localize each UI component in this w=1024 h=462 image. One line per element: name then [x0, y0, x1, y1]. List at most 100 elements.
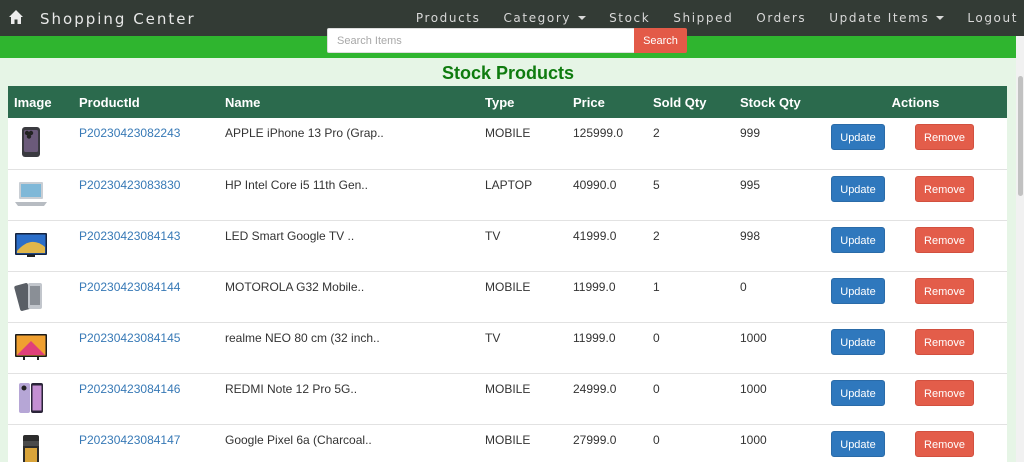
image-cell: [8, 322, 73, 373]
product-type: MOBILE: [485, 126, 531, 140]
search-input[interactable]: [327, 28, 635, 53]
update-button[interactable]: Update: [831, 430, 885, 457]
product-name: APPLE iPhone 13 Pro (Grap..: [225, 126, 384, 140]
remove-button[interactable]: Remove: [915, 328, 974, 355]
nav-update-items[interactable]: Update Items: [829, 11, 945, 25]
update-button[interactable]: Update: [831, 379, 885, 406]
product-id-cell: P20230423084144: [73, 271, 219, 322]
product-price: 24999.0: [573, 381, 617, 396]
update-button[interactable]: Update: [831, 226, 885, 253]
update-button[interactable]: Update: [831, 328, 885, 355]
product-price: 40990.0: [573, 177, 617, 192]
page-title: Stock Products: [441, 63, 575, 83]
product-sold-qty: 2: [653, 126, 660, 140]
product-id-link[interactable]: P20230423084143: [79, 229, 180, 243]
product-sold-qty: 0: [653, 432, 660, 447]
product-price: 41999.0: [573, 228, 617, 243]
update-button[interactable]: Update: [831, 124, 885, 150]
nav-shipped-label: Shipped: [673, 11, 734, 25]
home-icon[interactable]: [8, 9, 24, 25]
chevron-down-icon: [578, 16, 587, 20]
product-image: [15, 181, 47, 206]
product-stock-qty: 1000: [740, 381, 767, 396]
product-id-link[interactable]: P20230423084146: [79, 382, 180, 396]
actions-cell: Update Remove: [824, 424, 1007, 462]
nav-category[interactable]: Category: [503, 11, 587, 25]
remove-button[interactable]: Remove: [915, 124, 974, 150]
product-type: TV: [485, 330, 501, 345]
product-stock-qty: 995: [740, 177, 761, 192]
table-row: P20230423084145 realme NEO 80 cm (32 inch…: [8, 322, 1007, 373]
search-button[interactable]: Search: [634, 28, 687, 53]
product-name: REDMI Note 12 Pro 5G..: [225, 381, 358, 396]
product-sold-qty: 1: [653, 279, 660, 294]
remove-button[interactable]: Remove: [915, 430, 974, 457]
remove-button[interactable]: Remove: [915, 175, 974, 202]
nav-products[interactable]: Products: [416, 11, 481, 25]
product-sold-qty: 2: [653, 228, 660, 243]
actions-cell: Update Remove: [824, 220, 1007, 271]
product-image: [23, 434, 39, 462]
table-row: P20230423083830 HP Intel Core i5 11th Gen…: [8, 169, 1007, 220]
image-cell: [8, 169, 73, 220]
product-name: LED Smart Google TV ..: [225, 228, 355, 243]
image-cell: [8, 271, 73, 322]
nav-orders-label: Orders: [756, 11, 807, 25]
chevron-down-icon: [936, 16, 945, 20]
product-id-link[interactable]: P20230423084144: [79, 280, 180, 294]
nav-shipped[interactable]: Shipped: [673, 11, 733, 25]
product-id-link[interactable]: P20230423084145: [79, 331, 180, 345]
product-image: [19, 382, 43, 413]
remove-button[interactable]: Remove: [915, 277, 974, 304]
product-type: MOBILE: [485, 381, 531, 396]
header-sold-qty: Sold Qty: [653, 94, 707, 110]
update-button[interactable]: Update: [831, 175, 885, 202]
nav-products-label: Products: [415, 11, 481, 25]
product-id-cell: P20230423083830: [73, 169, 219, 220]
table-row: P20230423084147 Google Pixel 6a (Charcoal…: [8, 424, 1007, 462]
actions-cell: Update Remove: [824, 169, 1007, 220]
stock-table: Image ProductId Name Type Price Sold Qty…: [8, 86, 1007, 462]
product-sold-qty: 5: [653, 177, 660, 192]
product-type: LAPTOP: [485, 177, 533, 192]
remove-button[interactable]: Remove: [915, 226, 974, 253]
product-id-cell: P20230423084147: [73, 424, 219, 462]
update-button[interactable]: Update: [831, 277, 885, 304]
stock-table-container: Image ProductId Name Type Price Sold Qty…: [8, 86, 1007, 462]
scrollbar[interactable]: [1016, 36, 1024, 462]
product-name: HP Intel Core i5 11th Gen..: [225, 177, 368, 192]
header-image: Image: [14, 94, 52, 110]
product-name: MOTOROLA G32 Mobile..: [225, 279, 365, 294]
nav-orders[interactable]: Orders: [756, 11, 806, 25]
table-row: P20230423082243 APPLE iPhone 13 Pro (Grap…: [8, 118, 1007, 169]
product-price: 11999.0: [573, 279, 616, 294]
nav-stock-label: Stock: [609, 11, 651, 25]
remove-button[interactable]: Remove: [915, 379, 974, 406]
product-price: 11999.0: [573, 330, 616, 345]
product-image: [15, 232, 47, 257]
header-type: Type: [485, 94, 515, 110]
brand-title[interactable]: Shopping Center: [40, 10, 196, 28]
header-product-id: ProductId: [79, 94, 140, 110]
scrollbar-thumb[interactable]: [1018, 76, 1023, 196]
product-type: MOBILE: [485, 279, 531, 294]
nav-stock[interactable]: Stock: [609, 11, 650, 25]
product-stock-qty: 1000: [740, 432, 767, 447]
product-name: Google Pixel 6a (Charcoal..: [225, 432, 372, 447]
product-sold-qty: 0: [653, 381, 660, 396]
product-id-cell: P20230423084145: [73, 322, 219, 373]
nav-logout[interactable]: Logout: [967, 11, 1018, 25]
product-id-link[interactable]: P20230423083830: [79, 178, 180, 192]
product-price: 27999.0: [573, 432, 617, 447]
nav-update-items-label: Update Items: [829, 11, 930, 25]
header-price: Price: [573, 94, 605, 110]
product-id-link[interactable]: P20230423084147: [79, 433, 180, 447]
nav-logout-label: Logout: [967, 11, 1018, 25]
table-row: P20230423084146 REDMI Note 12 Pro 5G.. MOB…: [8, 373, 1007, 424]
product-id-cell: P20230423084146: [73, 373, 219, 424]
product-image: [15, 333, 47, 360]
actions-cell: Update Remove: [824, 118, 1007, 169]
image-cell: [8, 118, 73, 169]
product-type: MOBILE: [485, 432, 531, 447]
product-id-link[interactable]: P20230423082243: [79, 126, 180, 140]
